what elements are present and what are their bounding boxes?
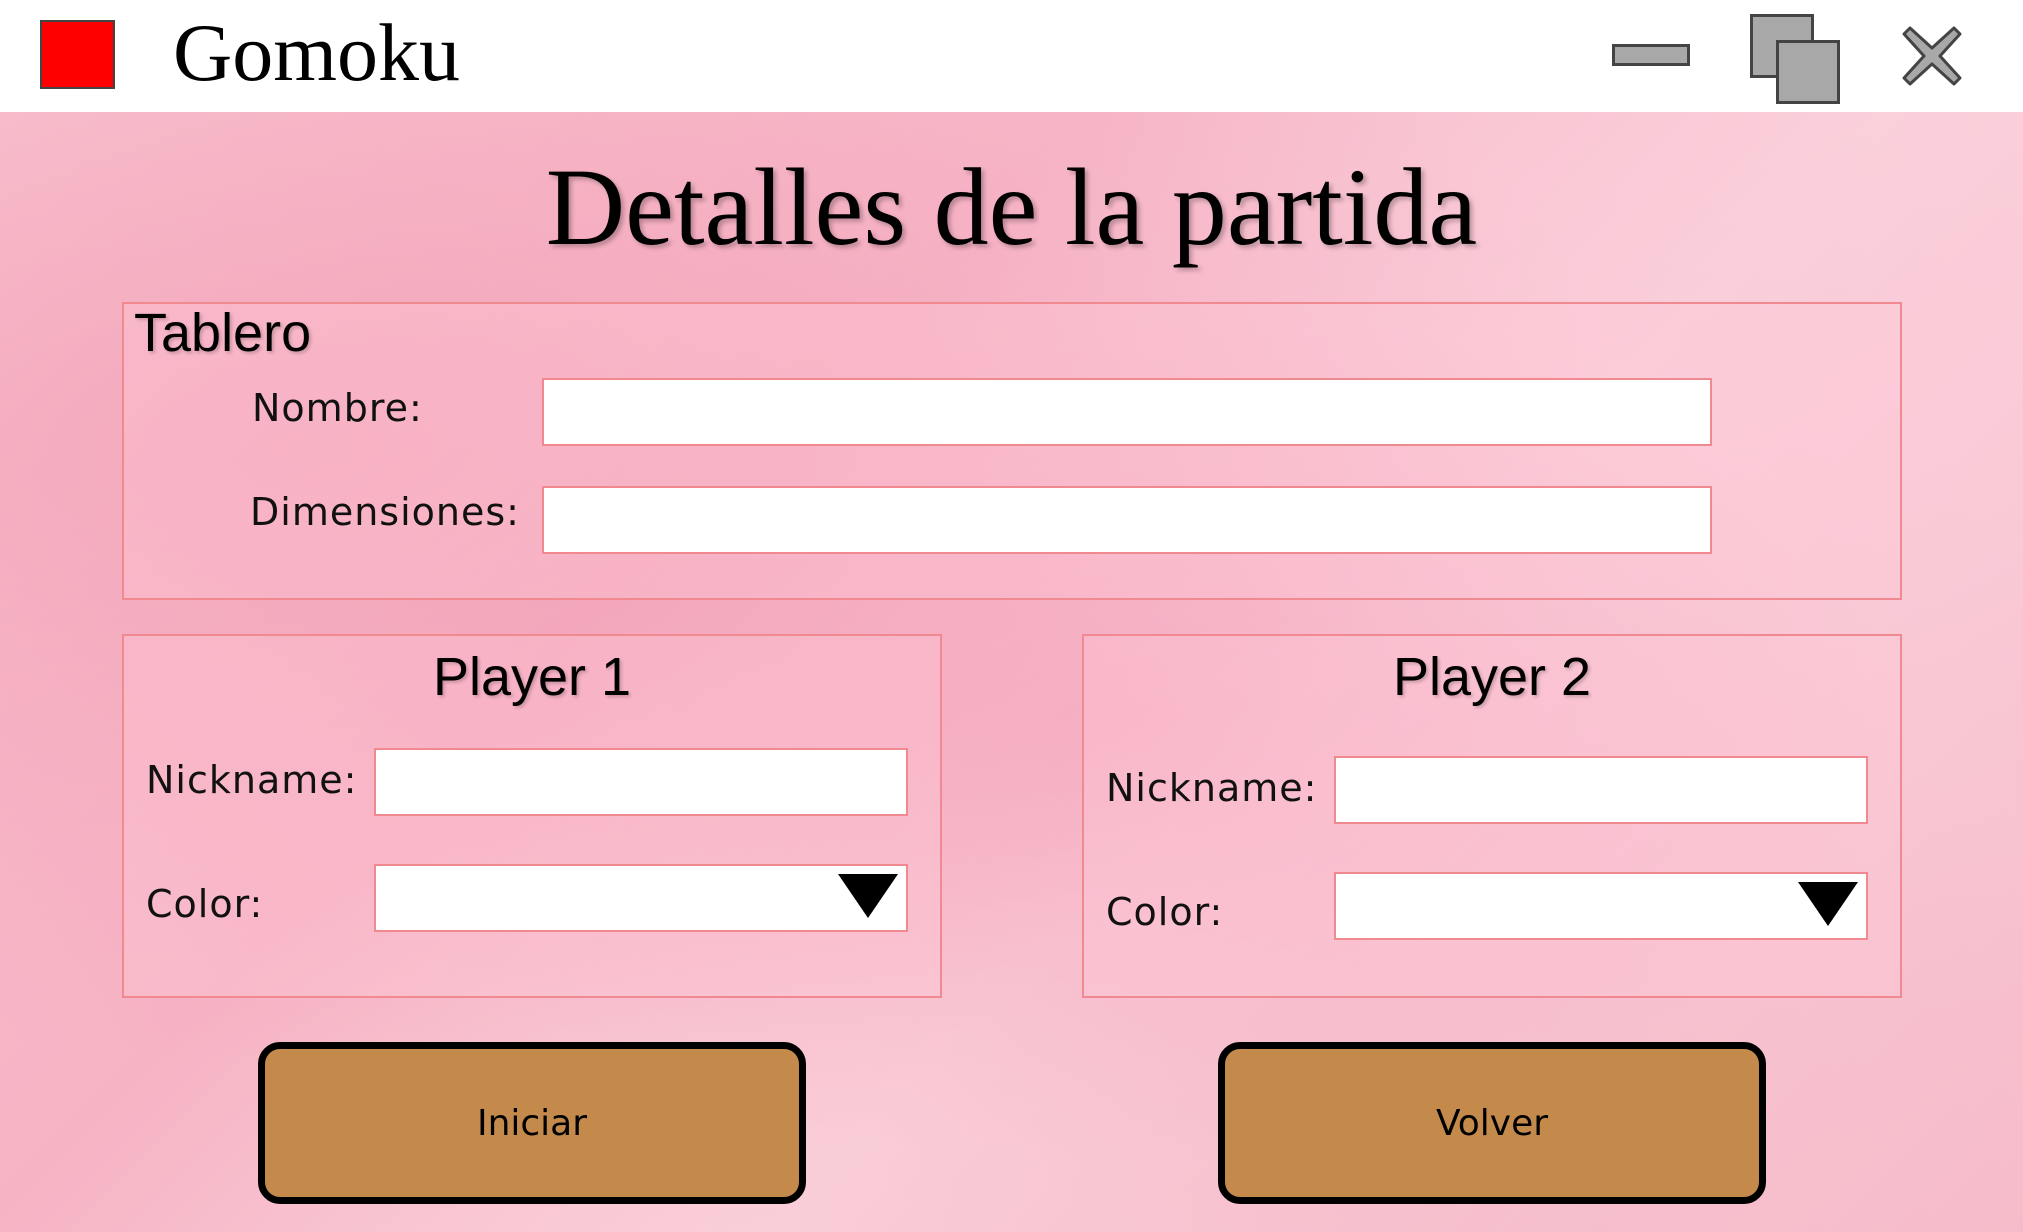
player2-panel: Player 2 Nickname: Color: [1082, 634, 1902, 998]
player2-nickname-label: Nickname: [1106, 766, 1318, 810]
player2-nickname-field[interactable] [1334, 756, 1868, 824]
player1-panel: Player 1 Nickname: Color: [122, 634, 942, 998]
board-dimensions-label: Dimensiones: [250, 490, 520, 534]
chevron-down-icon[interactable] [1798, 882, 1858, 926]
minimize-icon[interactable] [1612, 44, 1690, 66]
player1-nickname-field[interactable] [374, 748, 908, 816]
close-icon[interactable] [1900, 24, 1964, 88]
board-panel-title: Tablero [134, 303, 312, 363]
maximize-icon[interactable] [1750, 14, 1846, 104]
main-area: Detalles de la partida Tablero Nombre: D… [0, 112, 2023, 1232]
back-button[interactable]: Volver [1218, 1042, 1766, 1204]
player2-color-label: Color: [1106, 890, 1224, 934]
start-button[interactable]: Iniciar [258, 1042, 806, 1204]
board-panel: Tablero Nombre: Dimensiones: [122, 302, 1902, 600]
player1-title: Player 1 [432, 647, 632, 707]
player1-color-label: Color: [146, 882, 264, 926]
player1-color-select[interactable] [374, 864, 908, 932]
player2-title: Player 2 [1392, 647, 1592, 707]
player1-nickname-label: Nickname: [146, 758, 358, 802]
app-icon [40, 20, 115, 89]
window-title: Gomoku [173, 7, 460, 98]
page-title: Detalles de la partida [545, 146, 1478, 268]
board-dimensions-field[interactable] [542, 486, 1712, 554]
board-name-label: Nombre: [252, 386, 423, 430]
title-bar: Gomoku [0, 0, 2023, 112]
board-name-field[interactable] [542, 378, 1712, 446]
player2-color-select[interactable] [1334, 872, 1868, 940]
chevron-down-icon[interactable] [838, 874, 898, 918]
